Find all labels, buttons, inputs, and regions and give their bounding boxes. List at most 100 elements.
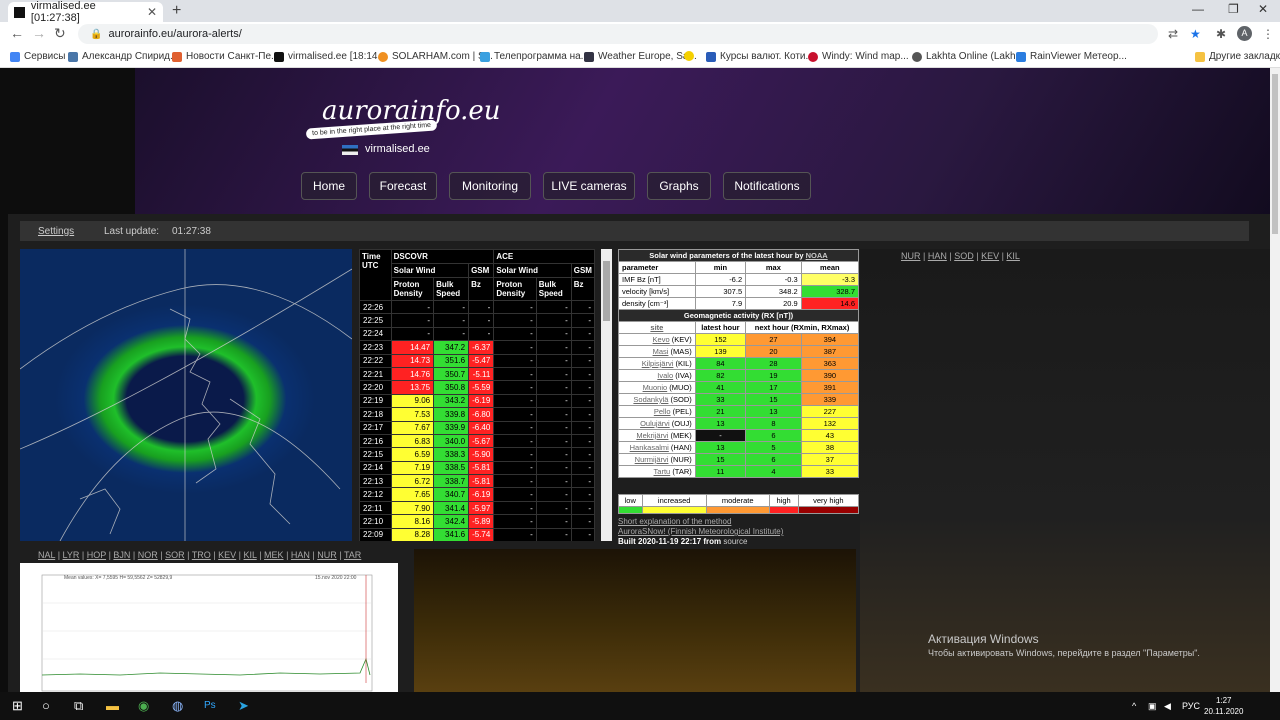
table-row: 22:11 7.90 341.4 -5.97- - -	[359, 500, 595, 516]
site-cell: Nurmijärvi (NUR)	[618, 453, 696, 466]
station-link[interactable]: BJN	[113, 550, 130, 560]
file-explorer-icon[interactable]: ▬	[106, 698, 119, 713]
close-window-icon[interactable]: ✕	[1258, 2, 1268, 16]
bookmark-item[interactable]: Windy: Wind map...	[808, 51, 909, 62]
system-clock[interactable]: 1:27 20.11.2020	[1204, 695, 1243, 717]
station-link[interactable]: TAR	[344, 550, 361, 560]
bookmark-item[interactable]: RainViewer Метеор...	[1016, 51, 1127, 62]
bookmark-item[interactable]: Weather Europe, Sa...	[584, 51, 697, 62]
page-scrollbar[interactable]	[1270, 68, 1280, 692]
nav-graphs[interactable]: Graphs	[647, 172, 711, 200]
value-cell: -	[493, 527, 537, 541]
nav-forecast[interactable]: Forecast	[369, 172, 437, 200]
bookmark-item[interactable]: virmalised.ee [18:14...	[274, 51, 386, 62]
address-bar[interactable]: 🔒 aurorainfo.eu/aurora-alerts/	[78, 24, 1158, 44]
site-link[interactable]: Oulujärvi	[640, 419, 670, 428]
restore-icon[interactable]: ❐	[1228, 2, 1239, 16]
site-graph-link[interactable]: NUR	[901, 251, 921, 261]
bookmark-item[interactable]: Lakhta Online (Lakh...	[912, 51, 1024, 62]
rx-cell: 6	[745, 453, 802, 466]
photoshop-icon[interactable]: Ps	[204, 700, 216, 711]
task-view-icon[interactable]: ⧉	[74, 698, 83, 714]
station-link[interactable]: KEV	[218, 550, 236, 560]
station-link[interactable]: HAN	[291, 550, 310, 560]
site-link[interactable]: Nurmijärvi	[635, 455, 669, 464]
table-scrollbar[interactable]	[601, 249, 612, 541]
value-cell: -	[570, 527, 595, 541]
sw-col-mean: mean	[800, 261, 860, 274]
bookmark-item[interactable]: Телепрограмма на...	[480, 51, 589, 62]
nav-home[interactable]: Home	[301, 172, 357, 200]
noaa-link[interactable]: NOAA	[806, 251, 828, 260]
network-icon[interactable]: ▣	[1148, 701, 1157, 712]
site-graph-link[interactable]: HAN	[928, 251, 947, 261]
close-tab-icon[interactable]: ✕	[147, 5, 157, 19]
windows-start-icon[interactable]: ⊞	[12, 698, 23, 714]
site-link[interactable]: Pello	[654, 407, 671, 416]
menu-icon[interactable]: ⋮	[1262, 27, 1274, 41]
site-link[interactable]: Tartu	[654, 467, 671, 476]
nav-notifications[interactable]: Notifications	[723, 172, 811, 200]
last-update-label: Last update:	[104, 225, 160, 237]
geo-col-site[interactable]: site	[618, 321, 696, 334]
site-graph-link[interactable]: SOD	[954, 251, 974, 261]
value-cell: -6.37	[468, 340, 495, 355]
site-link[interactable]: Kevo	[653, 335, 670, 344]
bookmark-item[interactable]: Новости Санкт-Пе...	[172, 51, 279, 62]
station-link[interactable]: NUR	[317, 550, 337, 560]
value-cell: -	[535, 433, 572, 449]
site-link[interactable]: Muonio	[643, 383, 668, 392]
nav-live-cameras[interactable]: LIVE cameras	[543, 172, 635, 200]
station-link[interactable]: HOP	[87, 550, 106, 560]
site-graph-link[interactable]: KIL	[1006, 251, 1020, 261]
rx-cell: 13	[745, 405, 802, 418]
back-icon[interactable]: ←	[10, 25, 24, 41]
app-icon[interactable]: ◍	[172, 698, 183, 714]
bookmark-item[interactable]	[684, 51, 698, 61]
telegram-icon[interactable]: ➤	[238, 698, 249, 714]
avatar[interactable]: A	[1237, 26, 1252, 41]
station-link[interactable]: TRO	[192, 550, 211, 560]
reload-icon[interactable]: ↻	[54, 25, 66, 42]
station-link[interactable]: KIL	[244, 550, 257, 560]
fmi-link[interactable]: AuroraSNow! (Finnish Meteorological Inst…	[618, 527, 783, 537]
site-link[interactable]: Sodankylä	[633, 395, 668, 404]
tray-chevron-icon[interactable]: ^	[1132, 701, 1136, 711]
bookmark-item[interactable]: Александр Спирид...	[68, 51, 178, 62]
volume-icon[interactable]: ◀	[1164, 701, 1171, 712]
site-link[interactable]: Masi	[653, 347, 669, 356]
station-link[interactable]: NOR	[138, 550, 158, 560]
station-link[interactable]: LYR	[63, 550, 80, 560]
bookmark-item[interactable]: Курсы валют. Коти...	[706, 51, 814, 62]
extensions-icon[interactable]: ✱	[1216, 27, 1226, 41]
minimize-icon[interactable]: —	[1192, 2, 1204, 16]
live-camera-image[interactable]	[414, 549, 856, 694]
nav-monitoring[interactable]: Monitoring	[449, 172, 531, 200]
bookmark-star-icon[interactable]: ★	[1190, 27, 1201, 41]
new-tab-icon[interactable]: +	[172, 2, 181, 20]
magnetometer-chart[interactable]: Mean values: X= 7,5595 H= 59,5562 Z= 528…	[20, 563, 398, 693]
site-link[interactable]: Kilpisjärvi	[642, 359, 674, 368]
settings-link[interactable]: Settings	[38, 226, 74, 237]
bookmark-item[interactable]: SOLARHAM.com | S...	[378, 51, 493, 62]
browser-tab[interactable]: virmalised.ee [01:27:38] ✕	[8, 0, 163, 24]
subsite-link[interactable]: virmalised.ee	[365, 143, 430, 155]
forward-icon[interactable]: →	[32, 25, 46, 41]
translate-icon[interactable]: ⇄	[1168, 27, 1178, 41]
other-bookmarks[interactable]: Другие закладки	[1195, 51, 1280, 62]
site-link[interactable]: Ivalo	[657, 371, 673, 380]
aurora-oval-map[interactable]	[20, 249, 352, 541]
chrome-icon[interactable]: ◉	[138, 698, 149, 714]
bookmark-item[interactable]: Сервисы	[10, 51, 65, 62]
source-link[interactable]: source	[723, 537, 747, 546]
value-cell: -	[433, 326, 470, 342]
site-graph-link[interactable]: KEV	[981, 251, 999, 261]
site-link[interactable]: Mekrijärvi	[636, 431, 668, 440]
station-link[interactable]: NAL	[38, 550, 55, 560]
method-link[interactable]: Short explanation of the method	[618, 517, 783, 527]
station-link[interactable]: SOR	[165, 550, 185, 560]
site-link[interactable]: Hankasalmi	[630, 443, 669, 452]
station-link[interactable]: MEK	[264, 550, 284, 560]
search-icon[interactable]: ○	[42, 698, 50, 713]
language-indicator[interactable]: РУС	[1182, 701, 1200, 711]
